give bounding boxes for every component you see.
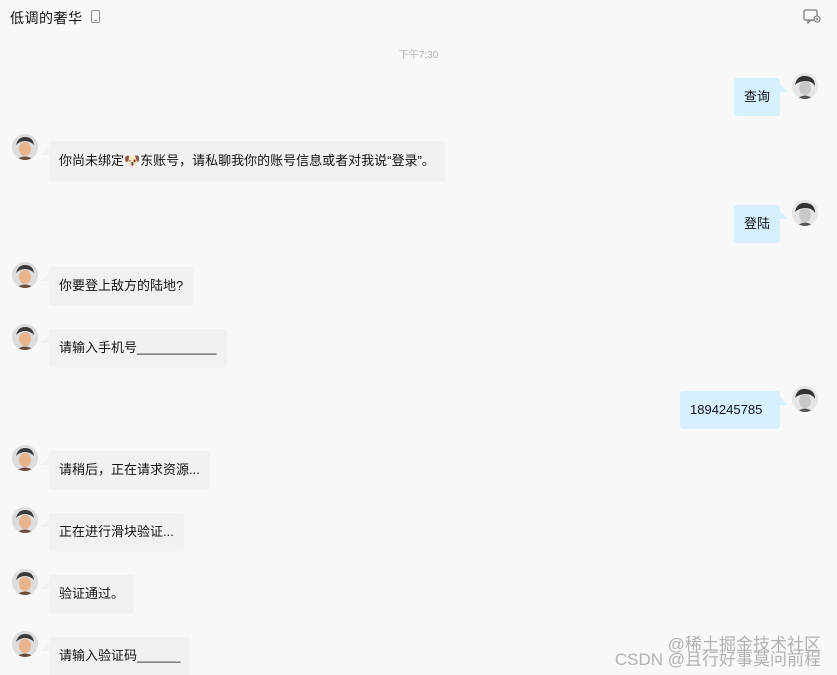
bot-avatar[interactable]: [12, 569, 38, 595]
bot-avatar[interactable]: [12, 262, 38, 288]
bot-avatar[interactable]: [12, 134, 38, 160]
bot-avatar[interactable]: [12, 507, 38, 533]
message-user: 查询: [0, 73, 837, 117]
message-user: 1894245785: [0, 386, 837, 430]
chat-header: 低调的奢华: [0, 0, 837, 36]
bot-avatar[interactable]: [12, 324, 38, 350]
message-bubble[interactable]: 你尚未绑定🐶东账号，请私聊我你的账号信息或者对我说“登录”。: [41, 141, 445, 181]
chat-menu-icon[interactable]: [803, 8, 821, 25]
message-bot: 请输入手机号___________: [0, 324, 837, 370]
message-timestamp: 下午7:30: [398, 50, 439, 61]
bot-avatar[interactable]: [12, 631, 38, 657]
message-bubble[interactable]: 请输入手机号___________: [41, 329, 227, 367]
user-avatar[interactable]: [792, 73, 818, 99]
message-bubble[interactable]: 1894245785: [680, 391, 788, 429]
message-bubble[interactable]: 查询: [733, 78, 789, 116]
user-avatar[interactable]: [792, 386, 818, 412]
bot-avatar[interactable]: [12, 445, 38, 471]
phone-icon[interactable]: [91, 10, 100, 23]
message-bot: 请稍后，正在请求资源...: [0, 445, 837, 491]
message-bubble[interactable]: 请稍后，正在请求资源...: [41, 451, 210, 489]
message-bot: 正在进行滑块验证...: [0, 507, 837, 553]
message-bot: 你要登上敌方的陆地?: [0, 262, 837, 308]
user-avatar[interactable]: [792, 200, 818, 226]
message-bubble[interactable]: 你要登上敌方的陆地?: [40, 267, 194, 305]
message-bot: 验证通过。: [0, 569, 837, 615]
chat-title: 低调的奢华: [10, 10, 83, 26]
watermark-csdn: CSDN @且行好事莫问前程: [614, 650, 821, 669]
message-user: 登陆: [0, 200, 837, 244]
message-bubble[interactable]: 请输入验证码______: [40, 637, 191, 675]
message-bot: 你尚未绑定🐶东账号，请私聊我你的账号信息或者对我说“登录”。: [0, 134, 837, 184]
message-bubble[interactable]: 正在进行滑块验证...: [41, 513, 184, 551]
message-bubble[interactable]: 验证通过。: [40, 575, 135, 613]
message-bubble[interactable]: 登陆: [733, 205, 789, 243]
